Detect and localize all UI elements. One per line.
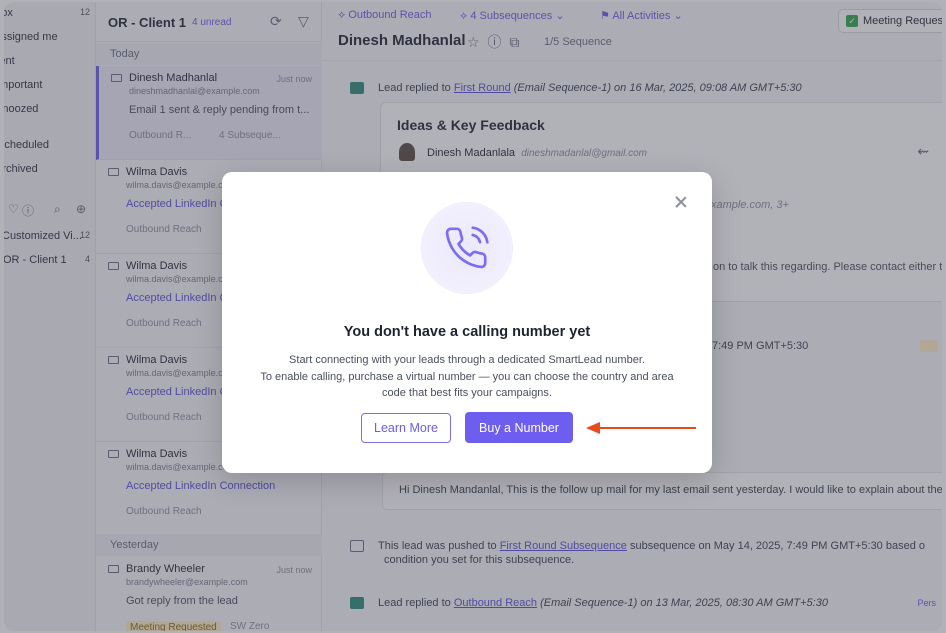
dialog-body: Start connecting with your leads through… (252, 352, 682, 402)
dialog-body-line: Start connecting with your leads through… (289, 354, 645, 366)
phone-calling-icon (422, 203, 512, 293)
modal-overlay[interactable]: You don't have a calling number yet Star… (0, 0, 946, 633)
dialog-body-line: code that best fits your campaigns. (382, 387, 552, 399)
dialog-title: You don't have a calling number yet (343, 324, 591, 340)
buy-number-button[interactable]: Buy a Number (465, 412, 573, 443)
dialog-body-line: To enable calling, purchase a virtual nu… (260, 370, 674, 383)
annotation-arrow-icon (586, 422, 696, 434)
learn-more-button[interactable]: Learn More (361, 413, 451, 443)
close-icon[interactable] (673, 194, 689, 210)
